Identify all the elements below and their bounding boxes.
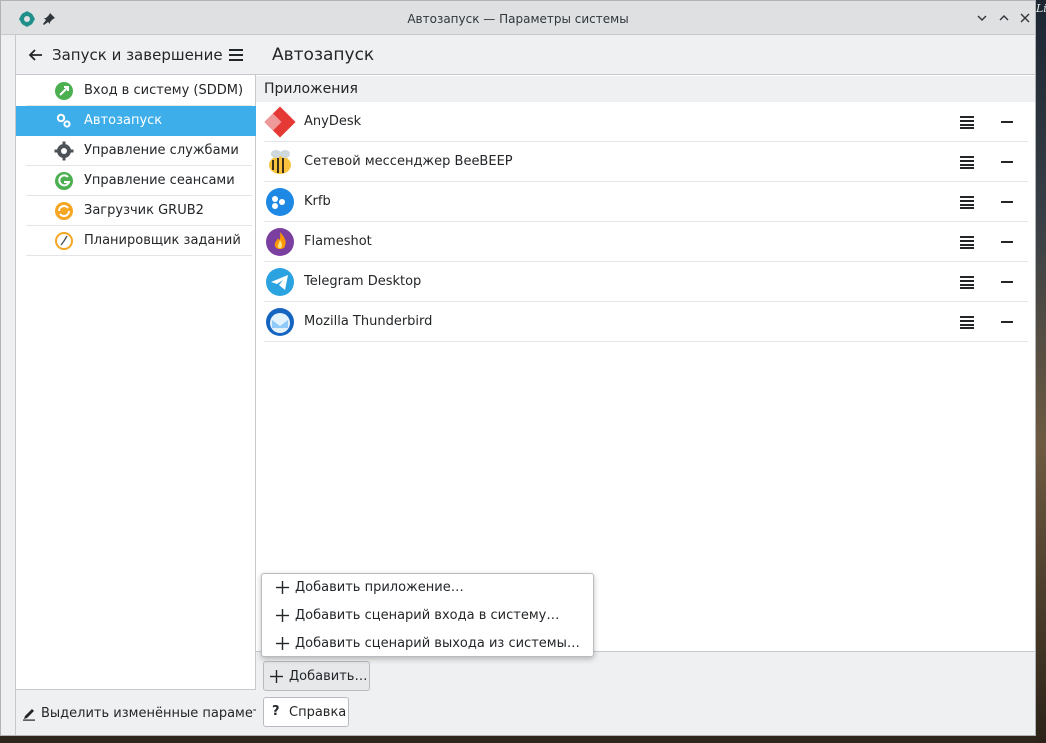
- hamburger-menu-icon[interactable]: [960, 155, 974, 169]
- menu-item-add-login-script[interactable]: Добавить сценарий входа в систему…: [262, 602, 593, 630]
- add-button[interactable]: Добавить…: [263, 661, 370, 691]
- desktop-corner-text: Li: [1036, 2, 1046, 15]
- hamburger-menu-icon[interactable]: [960, 275, 974, 289]
- sidebar-item-scheduler[interactable]: Планировщик заданий: [26, 226, 252, 256]
- help-button-label: Справка: [289, 705, 347, 720]
- app-name: Flameshot: [304, 234, 372, 249]
- sidebar: Запуск и завершение Вход в систему (SDDM…: [15, 35, 279, 735]
- remove-icon[interactable]: [1000, 275, 1014, 289]
- sddm-icon: [55, 82, 73, 100]
- thunderbird-icon: [266, 308, 294, 336]
- highlight-changed-label: Выделить изменённые параметры: [41, 706, 279, 721]
- list-item-telegram[interactable]: Telegram Desktop: [264, 262, 1028, 302]
- plus-icon: [276, 637, 289, 650]
- autostart-gears-icon: [56, 113, 71, 128]
- sidebar-item-grub[interactable]: Загрузчик GRUB2: [26, 196, 252, 226]
- section-header: Приложения: [256, 76, 1035, 102]
- app-name: Telegram Desktop: [304, 274, 422, 289]
- close-icon[interactable]: [1018, 11, 1032, 25]
- sidebar-item-autostart[interactable]: Автозапуск: [16, 106, 256, 136]
- chevron-down-icon[interactable]: [975, 11, 989, 25]
- remove-icon[interactable]: [1000, 315, 1014, 329]
- help-icon: ?: [272, 704, 280, 719]
- plus-icon: [270, 670, 283, 683]
- grub-icon: [55, 202, 73, 220]
- hamburger-menu-icon[interactable]: [960, 235, 974, 249]
- hamburger-menu-icon[interactable]: [228, 48, 244, 62]
- sidebar-list: Вход в систему (SDDM) Автозапуск Управле…: [16, 76, 256, 256]
- remove-icon[interactable]: [1000, 235, 1014, 249]
- beebeep-icon: [269, 150, 291, 174]
- main-header: Автозапуск: [256, 35, 1035, 75]
- list-item-anydesk[interactable]: AnyDesk: [264, 102, 1028, 142]
- main-footer: Добавить… ? Справка: [256, 651, 1035, 735]
- menu-item-label: Добавить приложение…: [295, 580, 464, 595]
- add-button-label: Добавить…: [289, 669, 368, 684]
- sidebar-header: Запуск и завершение: [16, 35, 256, 75]
- list-item-flameshot[interactable]: Flameshot: [264, 222, 1028, 262]
- telegram-icon: [266, 268, 294, 296]
- remove-icon[interactable]: [1000, 195, 1014, 209]
- back-arrow-icon[interactable]: [28, 47, 44, 63]
- sidebar-title: Запуск и завершение: [52, 46, 223, 64]
- anydesk-icon: [264, 106, 296, 138]
- highlight-changed-button[interactable]: Выделить изменённые параметры: [16, 689, 279, 735]
- menu-item-label: Добавить сценарий выхода из системы…: [295, 636, 580, 651]
- help-button[interactable]: ? Справка: [263, 697, 349, 727]
- section-title: Приложения: [264, 81, 358, 97]
- sidebar-item-services[interactable]: Управление службами: [26, 136, 252, 166]
- list-item-beebeep[interactable]: Сетевой мессенджер BeeBEEP: [264, 142, 1028, 182]
- sidebar-item-label: Вход в систему (SDDM): [84, 83, 244, 98]
- maximize-icon[interactable]: [997, 11, 1011, 25]
- flameshot-icon: [266, 228, 294, 256]
- services-gear-icon: [54, 141, 74, 161]
- highlight-pen-icon: [23, 709, 35, 721]
- app-name: Mozilla Thunderbird: [304, 314, 433, 329]
- menu-item-label: Добавить сценарий входа в систему…: [295, 608, 560, 623]
- session-icon: [55, 172, 73, 190]
- sidebar-item-label: Управление сеансами: [84, 173, 235, 188]
- scheduler-clock-icon: [55, 232, 73, 250]
- plus-icon: [276, 581, 289, 594]
- desktop-background: [1036, 0, 1046, 743]
- add-dropdown-menu: Добавить приложение… Добавить сценарий в…: [261, 573, 594, 657]
- app-name: Krfb: [304, 194, 331, 209]
- hamburger-menu-icon[interactable]: [960, 115, 974, 129]
- menu-item-add-application[interactable]: Добавить приложение…: [262, 574, 593, 602]
- list-item-thunderbird[interactable]: Mozilla Thunderbird: [264, 302, 1028, 342]
- remove-icon[interactable]: [1000, 115, 1014, 129]
- sidebar-item-label: Планировщик заданий: [84, 233, 241, 248]
- sidebar-item-label: Загрузчик GRUB2: [84, 203, 204, 218]
- app-name: Сетевой мессенджер BeeBEEP: [304, 154, 513, 169]
- window-title: Автозапуск — Параметры системы: [407, 12, 629, 26]
- sidebar-item-label: Автозапуск: [84, 113, 163, 128]
- sidebar-item-sddm[interactable]: Вход в систему (SDDM): [26, 76, 252, 106]
- remove-icon[interactable]: [1000, 155, 1014, 169]
- hamburger-menu-icon[interactable]: [960, 315, 974, 329]
- app-name: AnyDesk: [304, 114, 362, 129]
- hamburger-menu-icon[interactable]: [960, 195, 974, 209]
- menu-item-add-logout-script[interactable]: Добавить сценарий выхода из системы…: [262, 630, 593, 658]
- list-item-krfb[interactable]: Krfb: [264, 182, 1028, 222]
- plus-icon: [276, 609, 289, 622]
- krfb-icon: [266, 188, 294, 216]
- page-title: Автозапуск: [272, 45, 375, 65]
- sidebar-item-label: Управление службами: [84, 143, 239, 158]
- title-bar[interactable]: Автозапуск — Параметры системы: [1, 1, 1035, 35]
- app-list: AnyDesk Сетевой мессенджер BeeBEEP Krfb …: [264, 102, 1028, 342]
- sidebar-item-sessions[interactable]: Управление сеансами: [26, 166, 252, 196]
